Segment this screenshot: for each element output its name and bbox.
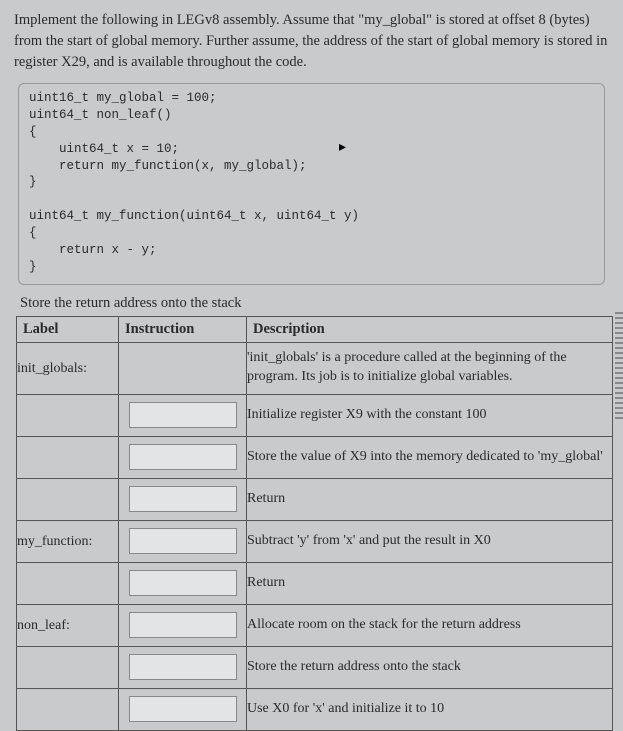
row-desc: Store the return address onto the stack (247, 646, 613, 688)
instruction-input[interactable] (129, 528, 237, 554)
table-row: my_function: Subtract 'y' from 'x' and p… (17, 520, 613, 562)
row-desc: Initialize register X9 with the constant… (247, 394, 613, 436)
row-label (17, 646, 119, 688)
row-desc: Store the value of X9 into the memory de… (247, 436, 613, 478)
page-edge-decoration (615, 312, 623, 422)
header-instruction: Instruction (119, 316, 247, 342)
assembly-table: Label Instruction Description init_globa… (16, 316, 613, 731)
code-text: uint16_t my_global = 100; uint64_t non_l… (29, 91, 359, 274)
row-label: init_globals: (17, 359, 118, 377)
row-label (17, 688, 119, 730)
instruction-input[interactable] (129, 612, 237, 638)
table-row: Initialize register X9 with the constant… (17, 394, 613, 436)
row-desc: 'init_globals' is a procedure called at … (247, 342, 613, 394)
row-label (17, 562, 119, 604)
instruction-input[interactable] (129, 696, 237, 722)
instruction-input[interactable] (129, 570, 237, 596)
subheading: Store the return address onto the stack (20, 295, 609, 312)
header-label: Label (17, 316, 119, 342)
table-row: non_leaf: Allocate room on the stack for… (17, 604, 613, 646)
table-row: Store the return address onto the stack (17, 646, 613, 688)
cursor-icon: ▸ (339, 139, 346, 158)
row-desc: Return (247, 562, 613, 604)
instruction-input[interactable] (129, 444, 237, 470)
row-label (17, 478, 119, 520)
row-label: my_function: (17, 532, 118, 550)
table-row: init_globals: 'init_globals' is a proced… (17, 342, 613, 394)
row-label (17, 436, 119, 478)
table-header-row: Label Instruction Description (17, 316, 613, 342)
row-desc: Subtract 'y' from 'x' and put the result… (247, 520, 613, 562)
row-desc: Allocate room on the stack for the retur… (247, 604, 613, 646)
table-row: Store the value of X9 into the memory de… (17, 436, 613, 478)
table-row: Return (17, 562, 613, 604)
instruction-input[interactable] (129, 402, 237, 428)
row-label (17, 394, 119, 436)
table-row: Use X0 for 'x' and initialize it to 10 (17, 688, 613, 730)
row-desc: Return (247, 478, 613, 520)
table-row: Return (17, 478, 613, 520)
problem-statement: Implement the following in LEGv8 assembl… (14, 10, 609, 73)
instruction-input[interactable] (129, 486, 237, 512)
instruction-input[interactable] (129, 654, 237, 680)
row-desc: Use X0 for 'x' and initialize it to 10 (247, 688, 613, 730)
code-block: uint16_t my_global = 100; uint64_t non_l… (18, 83, 605, 285)
row-label: non_leaf: (17, 616, 118, 634)
header-description: Description (247, 316, 613, 342)
